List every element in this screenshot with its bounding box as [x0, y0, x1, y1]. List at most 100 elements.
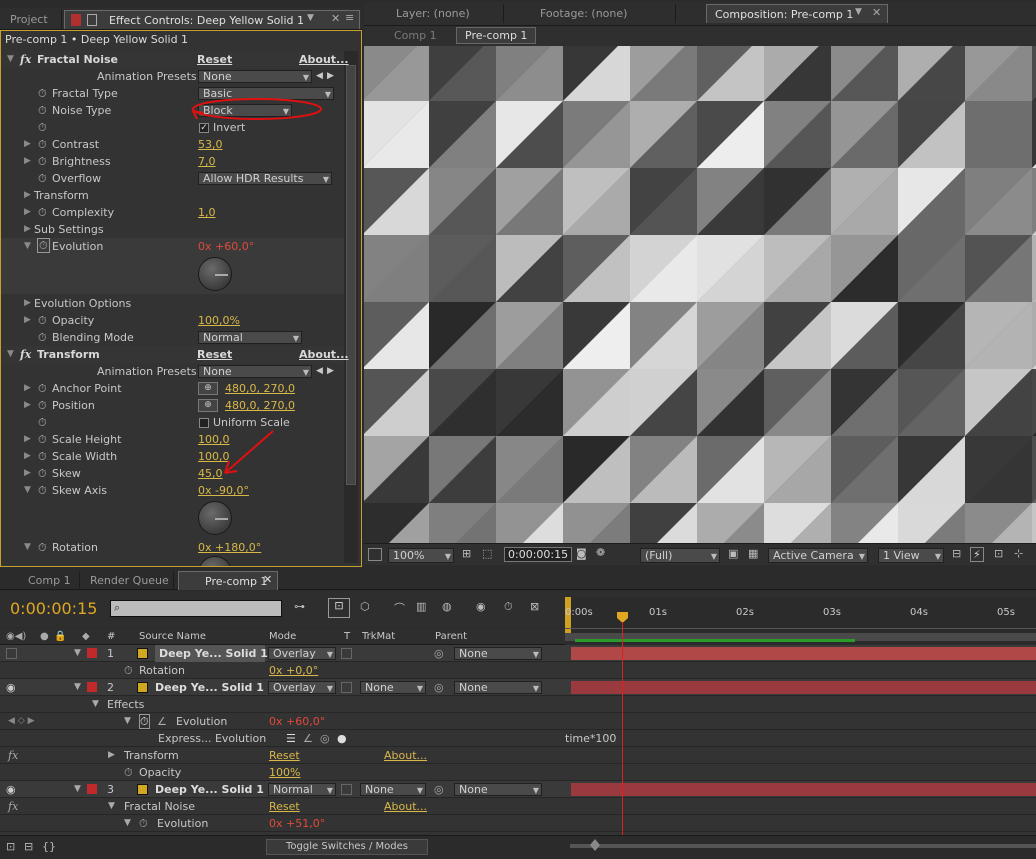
keyframe-nav-icon[interactable]: ◀ ◇ ▶ [8, 713, 35, 730]
always-preview-icon[interactable] [368, 548, 382, 561]
fx-icon[interactable]: fx [8, 747, 18, 764]
view-layout-dropdown[interactable]: 1 View [878, 548, 944, 563]
breadcrumb-precomp[interactable]: Pre-comp 1 [456, 27, 537, 44]
blend-mode-dropdown[interactable]: Overlay [268, 647, 336, 660]
layer-row-2[interactable]: ◉ ▼ 2 Deep Ye... Solid 1 Overlay None ◎ … [0, 679, 565, 696]
close-icon[interactable]: ✕ [331, 12, 340, 25]
safe-zones-icon[interactable]: ⊞ [462, 547, 471, 560]
label-color-swatch[interactable] [87, 648, 97, 658]
expand-arrow-icon[interactable]: ▼ [74, 781, 81, 798]
expression-graph-icon[interactable]: ∠ [303, 730, 313, 747]
toggle-modes-icon[interactable]: ⊟ [24, 840, 33, 853]
close-icon[interactable]: ✕ [263, 573, 272, 586]
toggle-switches-icon[interactable]: ⊡ [6, 840, 15, 853]
stopwatch-active-icon[interactable]: ⏱ [139, 714, 150, 729]
chevron-down-icon[interactable]: ▼ [855, 7, 862, 17]
zoom-slider-track[interactable] [570, 839, 1036, 851]
eye-icon[interactable]: ◉ [6, 781, 16, 798]
expand-arrow-icon[interactable]: ▼ [124, 713, 131, 730]
stopwatch-icon[interactable]: ⏱ [124, 662, 133, 679]
preserve-transparency-toggle[interactable] [341, 682, 352, 693]
scrollbar-thumb[interactable] [346, 65, 356, 485]
evolution-value[interactable]: 0x +60,0° [269, 713, 325, 730]
expand-arrow-icon[interactable]: ▶ [108, 747, 115, 764]
tab-effect-controls[interactable]: Effect Controls: Deep Yellow Solid 1 ▼ ✕… [64, 10, 360, 29]
shy-icon[interactable]: ⌒ [394, 600, 405, 616]
eye-icon[interactable]: ◉ [6, 679, 16, 696]
tab-render-queue[interactable]: Render Queue [82, 571, 174, 590]
expand-arrow-icon[interactable]: ▼ [108, 798, 115, 815]
viewer-lock-icon[interactable] [676, 4, 692, 23]
stopwatch-icon[interactable]: ⏱ [124, 764, 133, 781]
transparency-grid-icon[interactable]: ▦ [748, 547, 758, 560]
tab-precomp1[interactable]: Pre-comp 1 ✕ [178, 571, 278, 590]
resolution-dropdown[interactable]: (Full) [640, 548, 720, 563]
fx-icon[interactable]: fx [8, 798, 18, 815]
expand-arrow-icon[interactable]: ▼ [124, 815, 131, 832]
expression-text[interactable]: time*100 [565, 732, 616, 745]
color-channels-icon[interactable]: ❁ [596, 546, 605, 559]
breadcrumb-comp1[interactable]: Comp 1 [394, 29, 437, 42]
about-link[interactable]: About... [384, 798, 427, 815]
tab-project[interactable]: Project [2, 10, 62, 29]
blend-mode-dropdown[interactable]: Normal [268, 783, 336, 796]
preserve-transparency-toggle[interactable] [341, 648, 352, 659]
graph-icon[interactable]: ∠ [157, 713, 167, 730]
reset-link[interactable]: Reset [269, 747, 300, 764]
region-of-interest-icon[interactable]: ▣ [728, 547, 738, 560]
graph-editor-icon[interactable]: ⊠ [530, 600, 539, 613]
preserve-transparency-toggle[interactable] [341, 784, 352, 795]
av-features-icon[interactable]: ◉◀) [6, 628, 26, 645]
composition-canvas[interactable] [364, 46, 1036, 543]
layer-duration-bar[interactable] [571, 681, 1036, 694]
timeline-timecode[interactable]: 0:00:00:15 [10, 599, 97, 618]
reset-link[interactable]: Reset [269, 798, 300, 815]
camera-icon[interactable]: ◙ [576, 547, 587, 560]
label-color-swatch[interactable] [87, 784, 97, 794]
3d-layer-icon[interactable]: ⬡ [360, 600, 370, 613]
solo-icon[interactable]: ● [40, 628, 49, 645]
tab-comp1[interactable]: Comp 1 [4, 571, 80, 590]
toggle-pixel-icon[interactable]: ⊟ [952, 547, 961, 560]
opacity-value[interactable]: 100% [269, 764, 300, 781]
label-icon[interactable]: ◆ [82, 628, 90, 645]
label-color-swatch[interactable] [87, 682, 97, 692]
close-icon[interactable]: ✕ [872, 6, 881, 19]
layer-name[interactable]: Deep Ye... Solid 1 [155, 781, 264, 798]
panel-menu-icon[interactable]: ≡ [345, 11, 354, 24]
layer-row-1[interactable]: ▼ 1 Deep Ye... Solid 1 Overlay ◎ None [0, 645, 565, 662]
fast-previews-icon[interactable]: ⚡ [970, 547, 984, 562]
expand-arrow-icon[interactable]: ▼ [74, 645, 81, 662]
column-source-name[interactable]: Source Name [139, 628, 206, 645]
rotation-value[interactable]: 0x +0,0° [269, 662, 318, 679]
pickwhip-icon[interactable]: ◎ [434, 645, 444, 662]
parent-dropdown[interactable]: None [454, 681, 542, 694]
viewer-timecode[interactable]: 0:00:00:15 [504, 547, 573, 562]
evolution-value[interactable]: 0x +51,0° [269, 815, 325, 832]
brainstorm-icon[interactable]: ◉ [476, 600, 486, 613]
stopwatch-icon[interactable]: ⏱ [139, 815, 148, 832]
expand-arrow-icon[interactable]: ▼ [92, 696, 99, 713]
pickwhip-icon[interactable]: ◎ [434, 781, 444, 798]
expand-arrow-icon[interactable]: ▼ [74, 679, 81, 696]
parent-dropdown[interactable]: None [454, 783, 542, 796]
layer-duration-bar[interactable] [571, 647, 1036, 660]
layer-duration-bar[interactable] [571, 783, 1036, 796]
expression-pickwhip-icon[interactable]: ◎ [320, 730, 330, 747]
expression-language-menu-icon[interactable]: ● [337, 730, 347, 747]
timeline-icon[interactable]: ⊡ [994, 547, 1003, 560]
track-layer-1[interactable] [565, 645, 1036, 662]
timeline-search-input[interactable]: ⌕ [110, 600, 282, 617]
about-link[interactable]: About... [384, 747, 427, 764]
track-layer-3[interactable] [565, 781, 1036, 798]
draft-3d-icon[interactable]: ⊡ [328, 598, 350, 618]
lock-icon[interactable]: 🔒 [54, 628, 66, 645]
zoom-dropdown[interactable]: 100% [388, 548, 454, 563]
frame-blending-icon[interactable]: ▥ [416, 600, 426, 613]
flowchart-icon[interactable]: ⊹ [1014, 547, 1023, 560]
parent-dropdown[interactable]: None [454, 647, 542, 660]
toggle-in-out-icon[interactable]: {} [42, 840, 56, 853]
chevron-down-icon[interactable]: ▼ [307, 13, 314, 23]
tab-layer[interactable]: Layer: (none) [364, 4, 504, 23]
trkmat-dropdown[interactable]: None [360, 681, 426, 694]
